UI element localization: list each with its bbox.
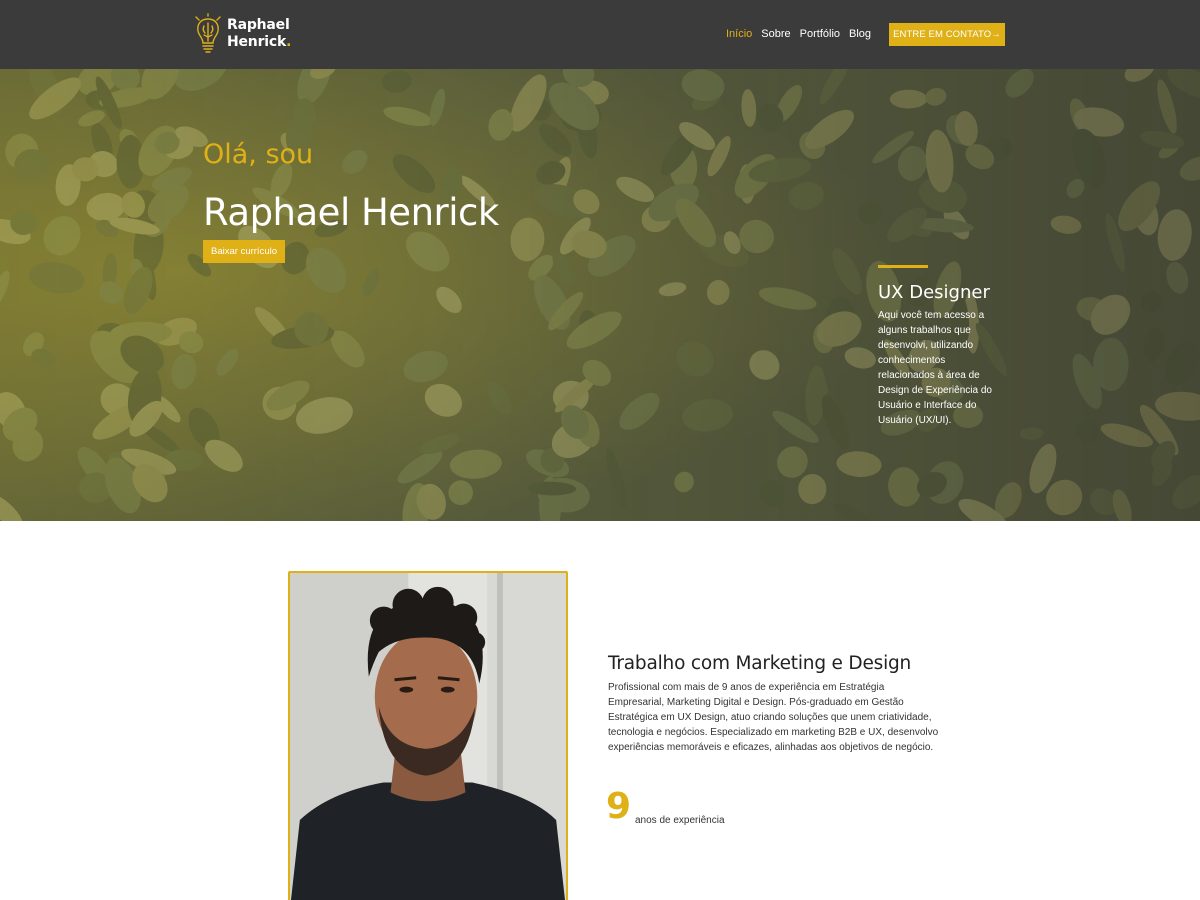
experience-number: 9	[606, 786, 632, 827]
experience-label: anos de experiência	[635, 815, 725, 826]
logo-line-1: Raphael	[227, 17, 290, 33]
logo-text: Raphael Henrick.	[227, 17, 291, 51]
profile-photo	[288, 571, 568, 900]
logo-line-2: Henrick.	[227, 34, 291, 51]
download-resume-button[interactable]: Baixar currículo	[203, 240, 285, 263]
role-divider	[878, 265, 928, 268]
nav-item-sobre[interactable]: Sobre	[761, 28, 790, 40]
hero-overlay	[0, 69, 1200, 521]
lightbulb-brain-icon	[195, 13, 221, 53]
logo[interactable]: Raphael Henrick.	[194, 12, 304, 56]
logo-line-2-text: Henrick	[227, 34, 287, 50]
site-header: Raphael Henrick. Início Sobre Portfólio …	[0, 0, 1200, 69]
hero-name: Raphael Henrick	[203, 191, 499, 234]
hero-greeting: Olá, sou	[203, 139, 314, 170]
logo-dot: .	[286, 34, 292, 50]
role-title: UX Designer	[878, 282, 990, 303]
nav-item-blog[interactable]: Blog	[849, 28, 871, 40]
portrait-image	[290, 573, 566, 900]
nav-item-inicio[interactable]: Início	[726, 28, 752, 40]
about-title: Trabalho com Marketing e Design	[608, 653, 912, 674]
hero-section: Olá, sou Raphael Henrick Baixar currícul…	[0, 69, 1200, 521]
role-description: Aqui você tem acesso a alguns trabalhos …	[878, 310, 992, 426]
main-nav: Início Sobre Portfólio Blog	[726, 28, 880, 40]
nav-item-portfolio[interactable]: Portfólio	[800, 28, 840, 40]
about-text: Profissional com mais de 9 anos de exper…	[608, 682, 939, 753]
contact-button[interactable]: ENTRE EM CONTATO→	[889, 23, 1005, 46]
